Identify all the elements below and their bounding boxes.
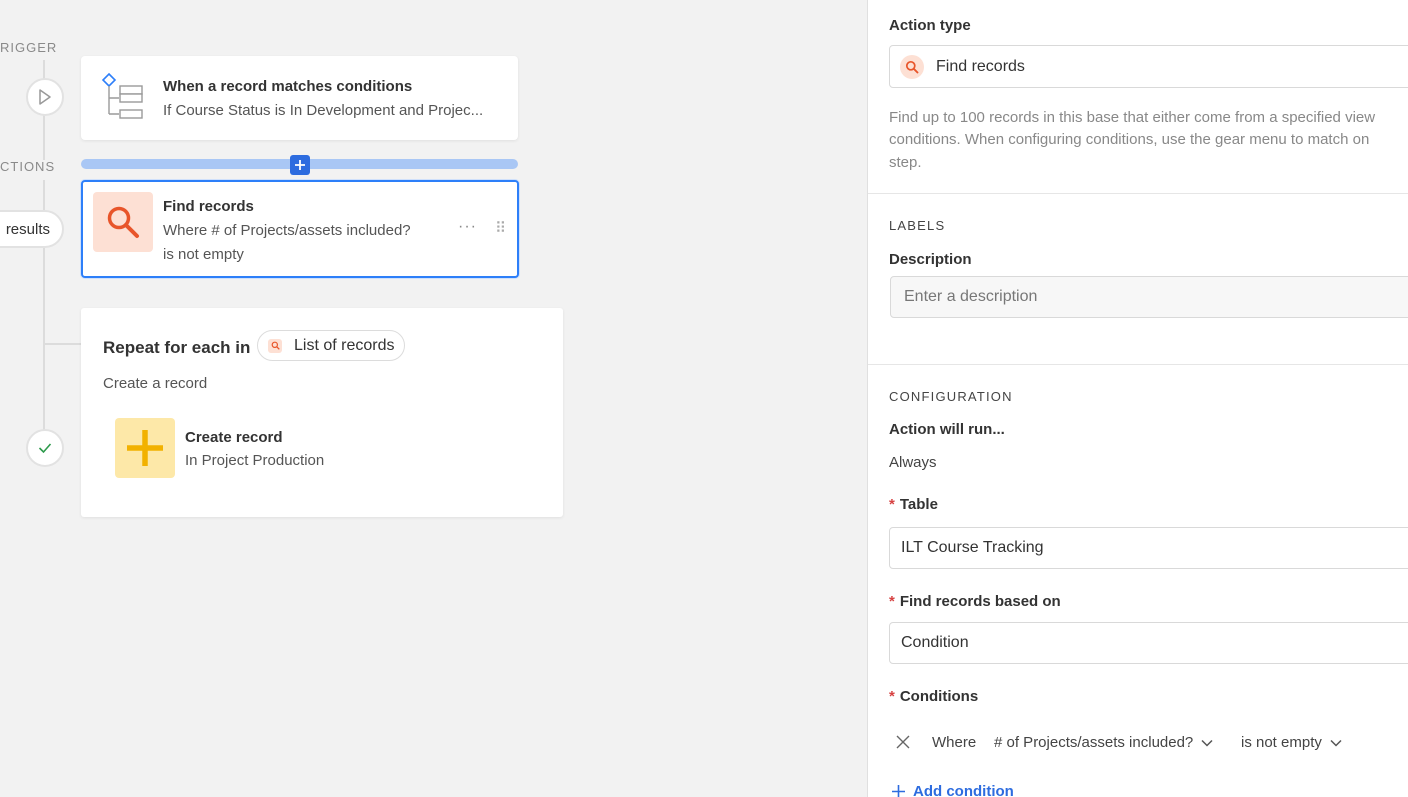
list-search-icon xyxy=(268,338,282,353)
trigger-section-label: RIGGER xyxy=(0,40,58,55)
create-record-title: Create record xyxy=(185,429,283,446)
list-of-records-label: List of records xyxy=(294,336,395,354)
find-records-title: Find records xyxy=(163,198,254,215)
rail-segment xyxy=(43,115,45,160)
action-description-line-2: conditions. When configuring conditions,… xyxy=(889,131,1370,148)
table-select[interactable]: ILT Course Tracking xyxy=(889,527,1408,569)
plus-icon xyxy=(295,160,305,170)
completion-status xyxy=(26,429,64,467)
create-record-subtitle: In Project Production xyxy=(185,452,325,469)
description-label: Description xyxy=(889,251,972,268)
play-icon xyxy=(39,89,51,105)
trigger-subtitle: If Course Status is In Development and P… xyxy=(163,102,484,119)
find-records-subtitle-2: is not empty xyxy=(163,246,244,263)
check-icon xyxy=(38,443,52,454)
list-of-records-pill[interactable]: List of records xyxy=(257,330,405,361)
condition-operator-value: is not empty xyxy=(1241,734,1322,751)
action-description-line-1: Find up to 100 records in this base that… xyxy=(889,109,1376,126)
conditions-label: * Conditions xyxy=(889,688,979,705)
results-label: results xyxy=(5,220,50,238)
divider xyxy=(868,364,1408,365)
automation-canvas: RIGGER CTIONS results When a record matc… xyxy=(0,0,867,797)
trigger-card[interactable]: When a record matches conditions If Cour… xyxy=(81,56,518,140)
rail-segment xyxy=(43,248,45,430)
results-pill[interactable]: results xyxy=(0,210,64,248)
find-records-tile xyxy=(93,192,153,252)
condition-field-value: # of Projects/assets included? xyxy=(994,734,1194,751)
condition-field-select[interactable]: # of Projects/assets included? xyxy=(994,734,1213,751)
action-will-run-value: Always xyxy=(889,454,937,471)
create-record-tile xyxy=(115,418,175,478)
trigger-tree-icon xyxy=(101,72,143,119)
plus-icon xyxy=(127,430,163,466)
drag-handle-icon[interactable]: ⠿ xyxy=(495,219,507,237)
rail-branch xyxy=(44,343,81,345)
insert-step-button[interactable] xyxy=(290,155,310,175)
rail-segment xyxy=(43,180,45,212)
chevron-down-icon xyxy=(1330,739,1342,747)
divider xyxy=(868,193,1408,194)
condition-where-label: Where xyxy=(932,734,977,751)
description-placeholder: Enter a description xyxy=(904,288,1038,305)
table-label: * Table xyxy=(889,496,938,513)
chevron-down-icon xyxy=(1201,739,1213,747)
rail-segment xyxy=(43,60,45,80)
find-based-on-select[interactable]: Condition xyxy=(889,622,1408,664)
action-description-line-3: step. xyxy=(889,154,922,171)
trigger-title: When a record matches conditions xyxy=(163,78,413,95)
repeat-title: Repeat for each in xyxy=(103,338,251,357)
labels-section-heading: LABELS xyxy=(889,218,946,233)
action-config-panel: Action type Find records Find up to 100 … xyxy=(867,0,1408,797)
table-value: ILT Course Tracking xyxy=(901,539,1044,556)
find-based-on-value: Condition xyxy=(901,634,969,651)
find-based-on-label: * Find records based on xyxy=(889,593,1061,610)
action-type-label: Action type xyxy=(889,17,971,34)
action-type-search-icon xyxy=(900,54,924,79)
remove-condition-icon[interactable] xyxy=(896,735,910,754)
find-records-card[interactable]: Find records Where # of Projects/assets … xyxy=(81,180,519,278)
action-type-value: Find records xyxy=(936,57,1025,75)
condition-operator-select[interactable]: is not empty xyxy=(1241,734,1342,751)
action-will-run-label: Action will run... xyxy=(889,421,1005,438)
test-trigger-button[interactable] xyxy=(26,78,64,116)
action-type-select[interactable]: Find records xyxy=(889,45,1408,88)
search-icon xyxy=(107,206,139,238)
add-condition-label: Add condition xyxy=(913,783,1014,797)
plus-icon xyxy=(892,785,905,797)
repeat-subtitle: Create a record xyxy=(103,375,208,392)
configuration-section-heading: CONFIGURATION xyxy=(889,389,1013,404)
add-condition-button[interactable]: Add condition xyxy=(891,783,1014,797)
more-options-icon[interactable]: ··· xyxy=(458,218,477,236)
actions-section-label: CTIONS xyxy=(0,159,56,174)
description-input[interactable]: Enter a description xyxy=(890,276,1408,318)
find-records-subtitle-1: Where # of Projects/assets included? xyxy=(163,222,411,239)
